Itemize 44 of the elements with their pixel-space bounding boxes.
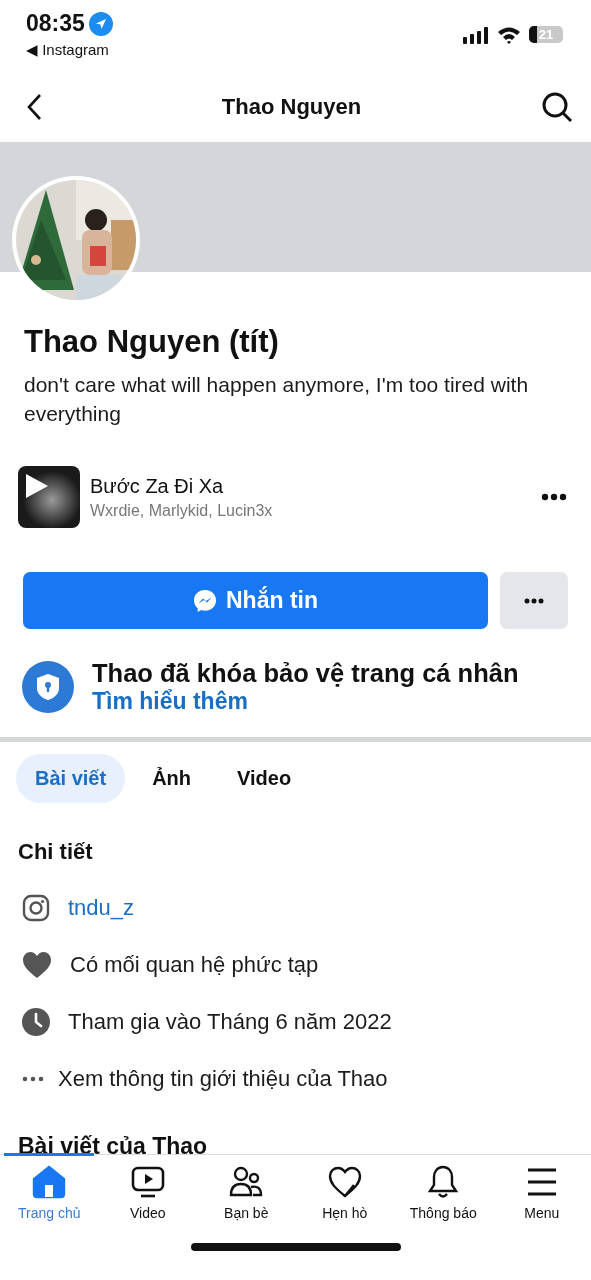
back-icon[interactable] — [26, 93, 42, 121]
tab-bar-item[interactable]: Video — [98, 1155, 197, 1227]
tab-bar-item[interactable]: Hẹn hò — [295, 1155, 394, 1227]
tab-bar-item[interactable]: Thông báo — [394, 1155, 493, 1227]
status-time: 08:35 — [26, 10, 85, 37]
detail-text: Tham gia vào Tháng 6 năm 2022 — [68, 1008, 392, 1035]
messenger-icon — [193, 588, 217, 613]
locked-profile-notice: Thao đã khóa bảo vệ trang cá nhân — [92, 659, 519, 688]
location-icon — [88, 11, 113, 36]
friends-icon — [229, 1165, 264, 1199]
song-artists: Wxrdie, Marlykid, Lucin3x — [90, 501, 274, 520]
more-icon[interactable] — [541, 493, 567, 501]
tab-bar-item[interactable]: Menu — [492, 1155, 591, 1227]
play-icon[interactable] — [24, 472, 50, 500]
video-icon — [130, 1165, 165, 1199]
signal-icon — [463, 26, 489, 44]
song-title: Bước Za Đi Xa — [90, 474, 225, 498]
tab-bar-item[interactable]: Bạn bè — [197, 1155, 296, 1227]
detail-text: Có mối quan hệ phức tạp — [70, 951, 319, 978]
tab-bar-item[interactable]: Trang chủ — [0, 1155, 99, 1227]
clock-icon — [22, 1007, 50, 1036]
message-button[interactable]: Nhắn tin — [23, 572, 488, 629]
profile-tab[interactable]: Ảnh — [133, 754, 211, 803]
back-to-app-link[interactable]: ◀ Instagram — [26, 41, 113, 59]
nav-title: Thao Nguyen — [221, 94, 362, 120]
profile-tab[interactable]: Bài viết — [16, 754, 126, 803]
home-icon — [32, 1165, 67, 1199]
profile-name: Thao Nguyen (tít) — [24, 324, 280, 360]
bell-icon — [426, 1165, 461, 1199]
profile-handle-link[interactable]: tndu_z — [68, 894, 135, 921]
wifi-icon — [497, 26, 521, 44]
heart-icon — [327, 1165, 362, 1199]
shield-lock-icon — [22, 661, 74, 713]
more-icon — [524, 597, 544, 604]
heart-icon — [22, 950, 52, 979]
profile-tab[interactable]: Video — [218, 754, 311, 803]
song-cover-art[interactable] — [18, 466, 80, 528]
instagram-icon — [22, 893, 50, 922]
more-icon — [22, 1075, 44, 1082]
detail-text[interactable]: Xem thông tin giới thiệu của Thao — [58, 1065, 388, 1092]
details-heading: Chi tiết — [18, 839, 94, 865]
profile-bio: don't care what will happen anymore, I'm too tired with everything — [24, 372, 530, 427]
search-icon[interactable] — [541, 91, 573, 123]
learn-more-link[interactable]: Tìm hiểu thêm — [92, 688, 519, 715]
